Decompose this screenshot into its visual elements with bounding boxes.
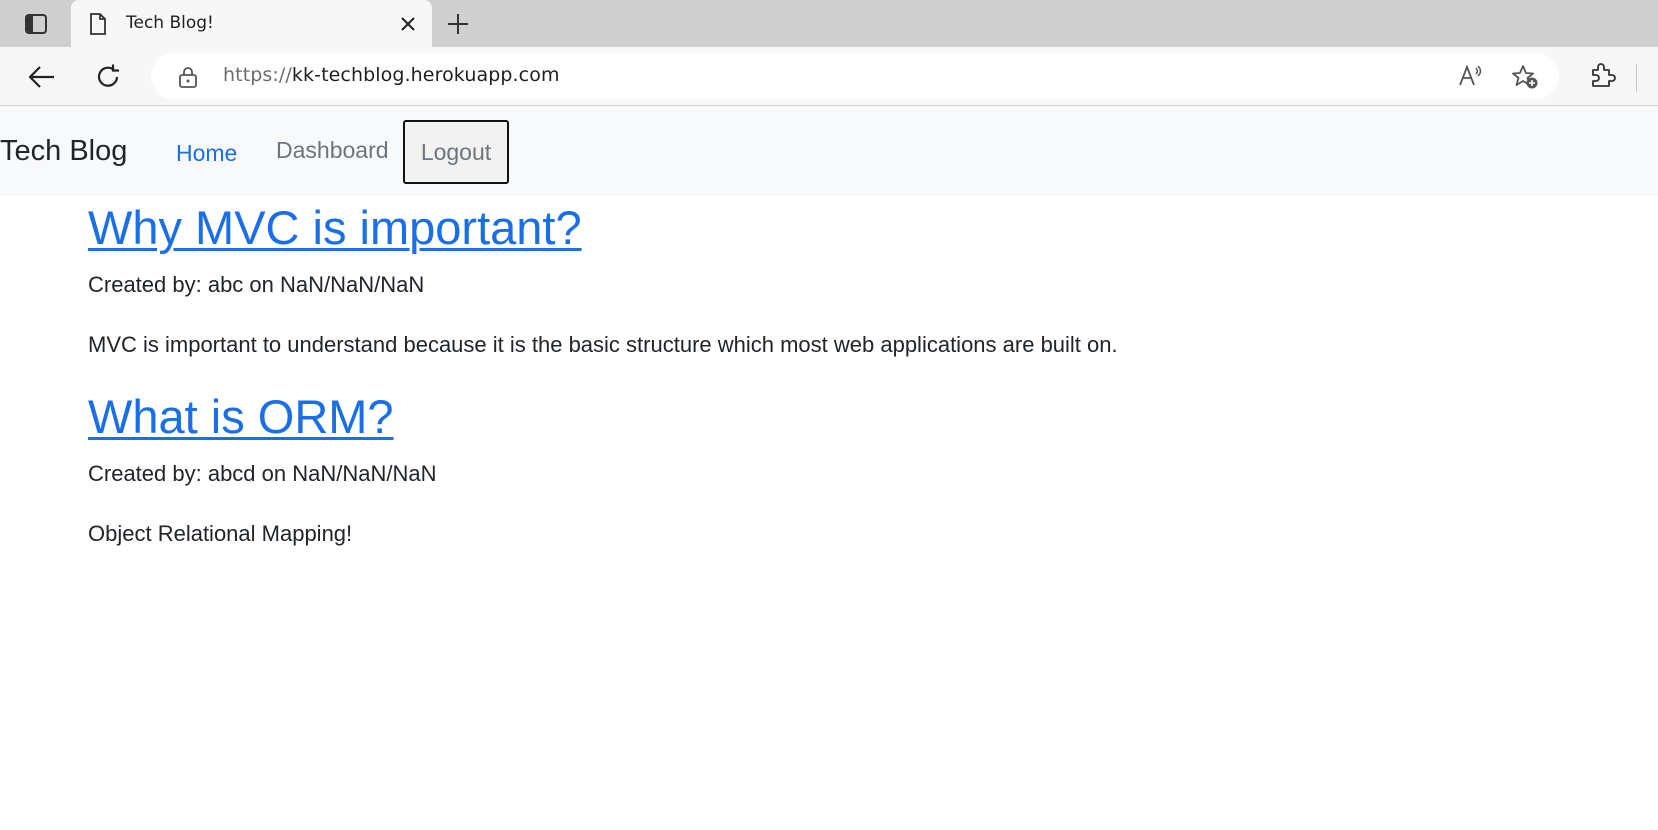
post-title-link[interactable]: What is ORM?: [88, 389, 394, 445]
browser-toolbar: https://kk-techblog.herokuapp.com: [0, 47, 1658, 106]
extensions-icon[interactable]: [1588, 61, 1616, 93]
read-aloud-icon[interactable]: [1458, 64, 1484, 92]
site-brand[interactable]: Tech Blog: [0, 135, 127, 168]
page-icon: [89, 13, 107, 39]
back-arrow-icon[interactable]: [26, 61, 58, 93]
post-body: MVC is important to understand because i…: [88, 332, 1118, 357]
tab-actions-icon[interactable]: [14, 11, 58, 37]
post-body: Object Relational Mapping!: [88, 521, 353, 546]
reload-icon[interactable]: [92, 61, 124, 93]
post-title-link[interactable]: Why MVC is important?: [88, 200, 582, 256]
lock-icon[interactable]: [178, 66, 198, 92]
url-text[interactable]: https://kk-techblog.herokuapp.com: [223, 64, 560, 86]
add-favorite-icon[interactable]: [1511, 64, 1539, 94]
tab-title: Tech Blog!: [126, 13, 214, 33]
site-navbar: Tech Blog Home Dashboard Logout: [0, 106, 1658, 196]
close-icon[interactable]: [398, 14, 418, 34]
nav-home-link[interactable]: Home: [176, 140, 237, 167]
plus-icon[interactable]: [445, 11, 471, 37]
post-meta: Created by: abc on NaN/NaN/NaN: [88, 272, 425, 297]
toolbar-divider: [1636, 64, 1637, 92]
address-bar[interactable]: https://kk-techblog.herokuapp.com: [151, 53, 1559, 99]
url-host: kk-techblog.herokuapp.com: [291, 64, 560, 86]
tab-strip: Tech Blog!: [0, 0, 1658, 47]
post-item: Why MVC is important? Created by: abc on…: [88, 200, 1118, 357]
post-item: What is ORM? Created by: abcd on NaN/NaN…: [88, 389, 437, 546]
url-scheme: https://: [223, 64, 292, 86]
logout-button[interactable]: Logout: [403, 120, 509, 184]
nav-dashboard-link[interactable]: Dashboard: [276, 137, 389, 164]
browser-tab[interactable]: Tech Blog!: [71, 0, 432, 47]
post-meta: Created by: abcd on NaN/NaN/NaN: [88, 461, 437, 486]
